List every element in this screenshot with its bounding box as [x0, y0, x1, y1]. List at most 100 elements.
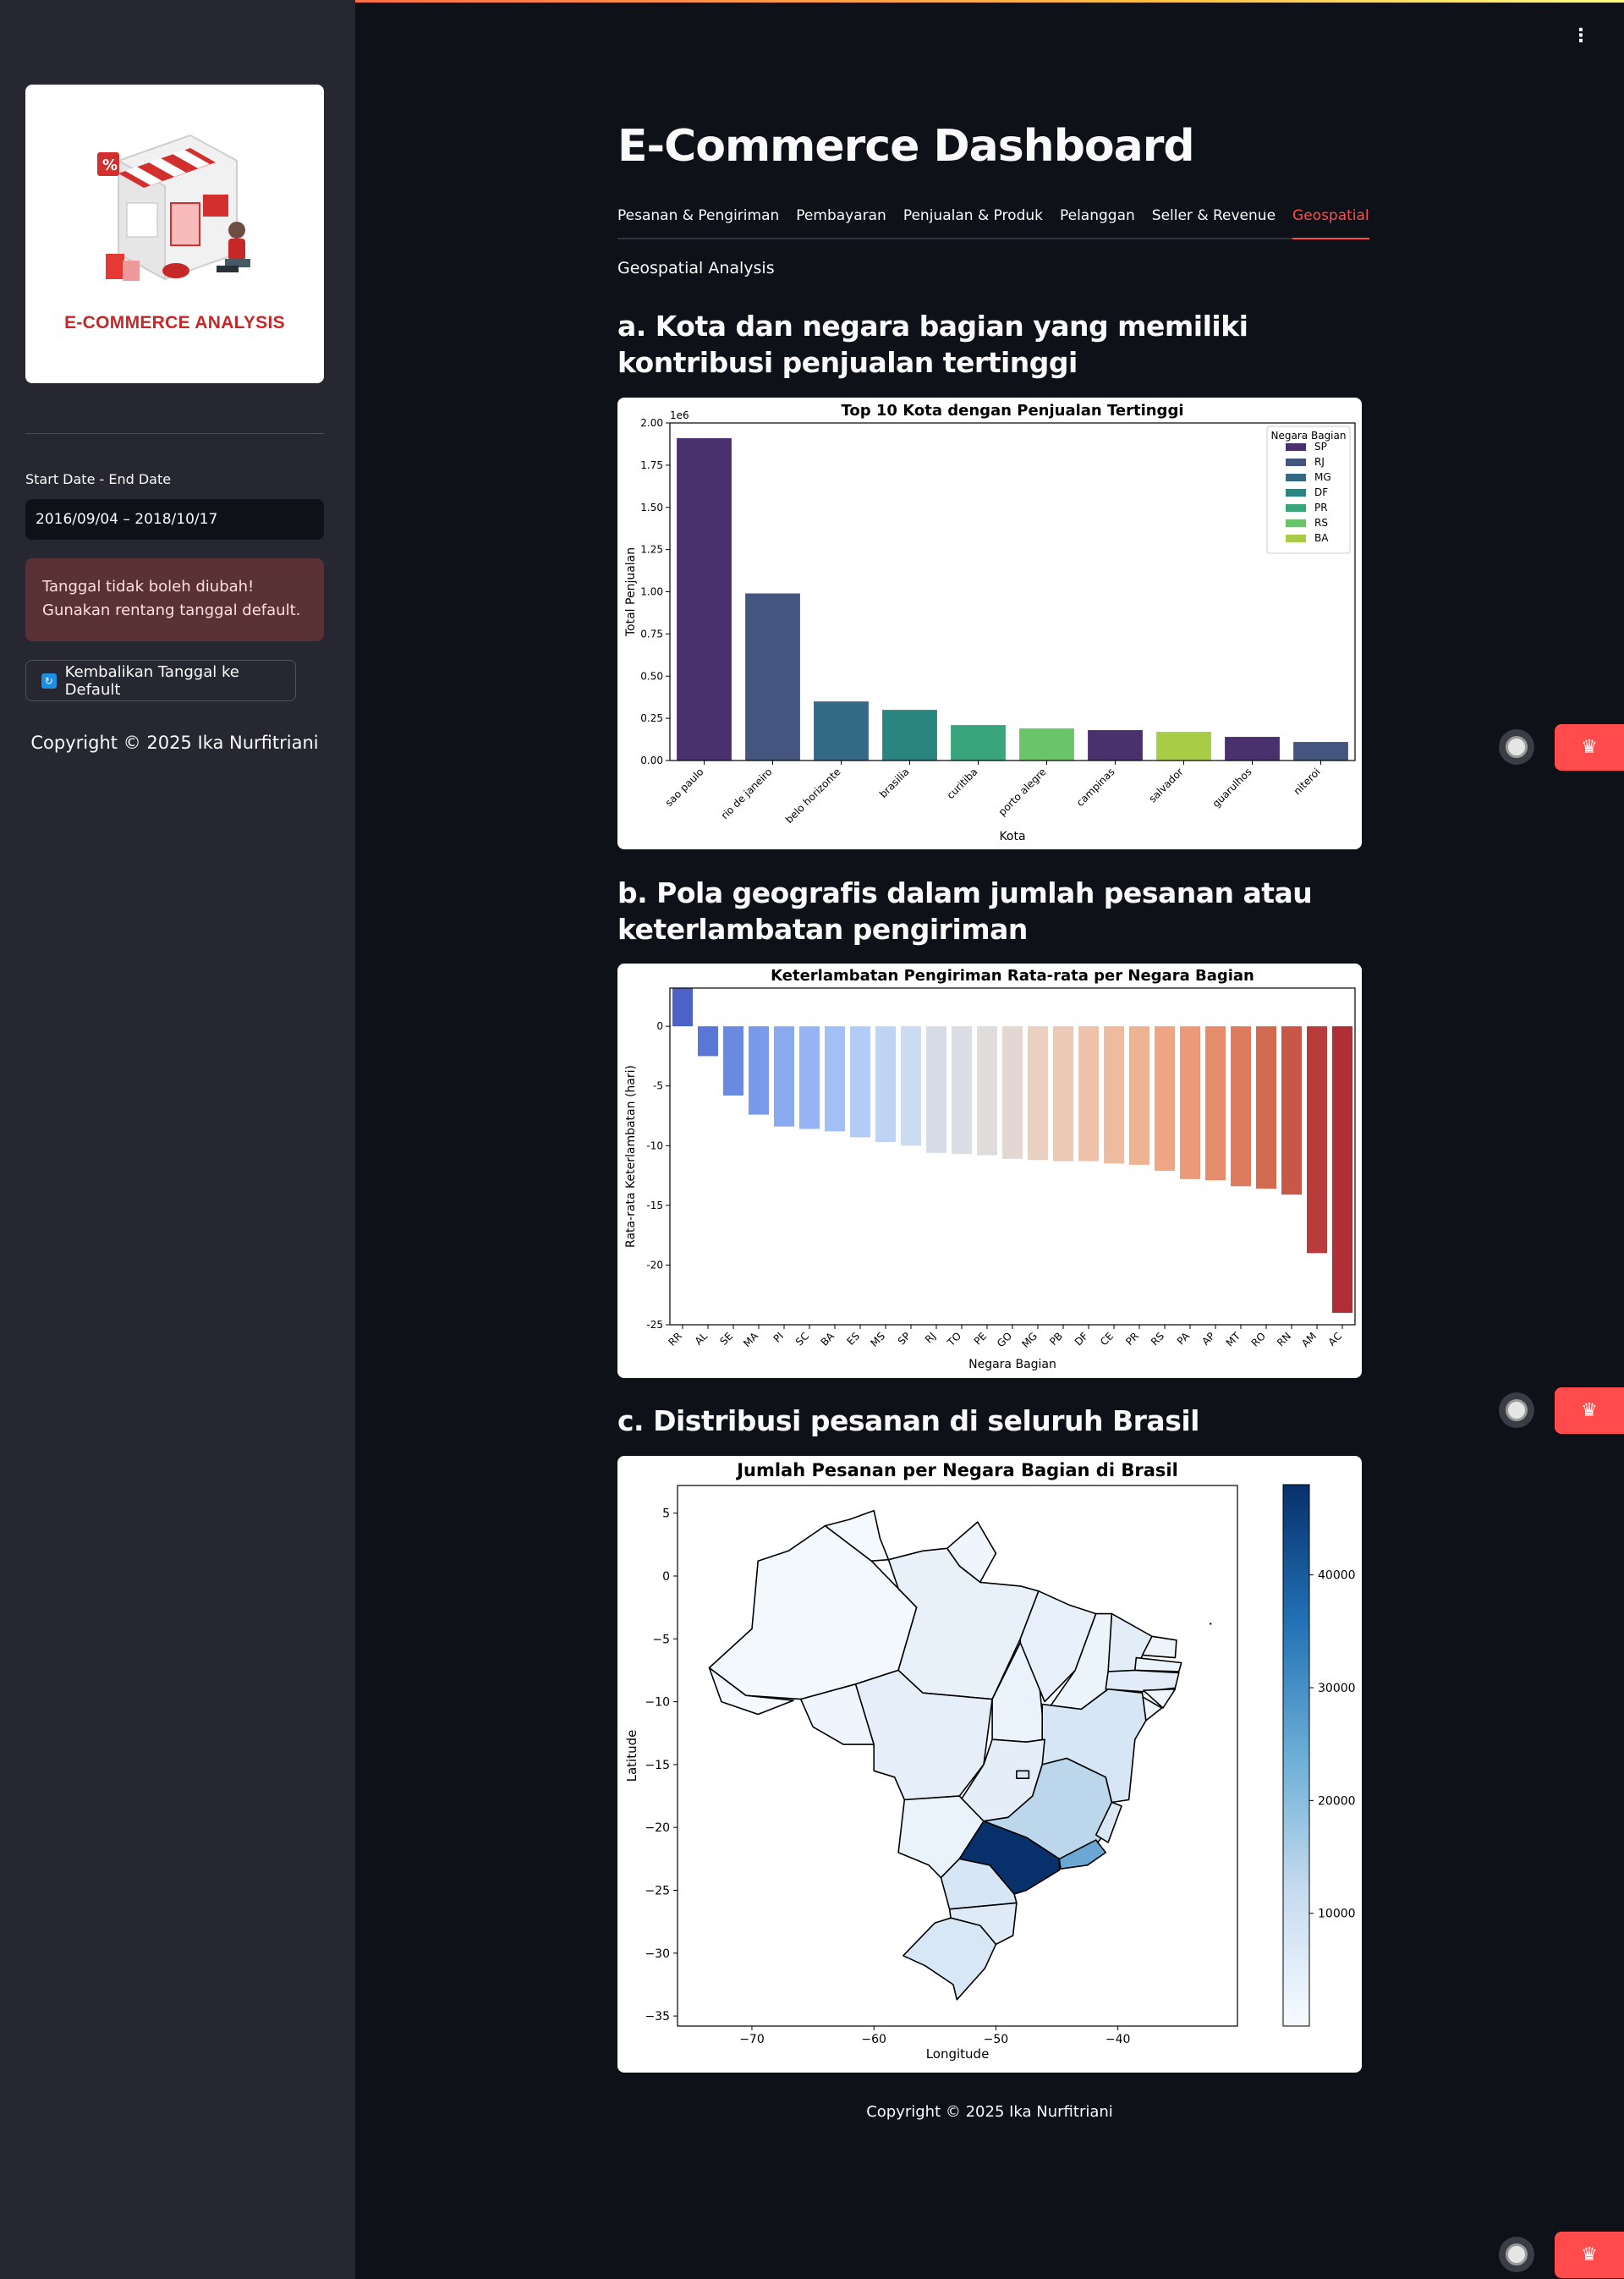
crown-icon[interactable]: ♛ — [1555, 2232, 1624, 2278]
bar-MT — [1231, 1026, 1251, 1187]
bar-campinas — [1088, 730, 1143, 761]
x-tick-label: salvador — [1146, 766, 1185, 805]
x-tick-label: PR — [1123, 1330, 1141, 1348]
avatar-button[interactable] — [1499, 1392, 1534, 1428]
legend-swatch — [1286, 443, 1306, 451]
tab-penjualan-produk[interactable]: Penjualan & Produk — [903, 206, 1043, 239]
legend-label: RJ — [1314, 456, 1325, 468]
x-tick-label: MA — [741, 1330, 761, 1350]
x-axis-label: Kota — [999, 830, 1025, 843]
state-PE — [1105, 1669, 1180, 1693]
bar-guarulhos — [1225, 737, 1280, 761]
x-tick-label: PI — [771, 1330, 787, 1345]
avatar-button[interactable] — [1499, 729, 1534, 765]
bar-PB — [1053, 1026, 1073, 1161]
legend-label: BA — [1314, 532, 1329, 544]
crown-icon[interactable]: ♛ — [1555, 724, 1624, 771]
y-tick-label: 1.25 — [640, 544, 663, 556]
y-tick-label: −20 — [645, 1821, 670, 1835]
x-tick-label: AM — [1299, 1330, 1319, 1349]
legend-label: SP — [1314, 441, 1327, 453]
section-c-heading: c. Distribusi pesanan di seluruh Brasil — [617, 1404, 1199, 1437]
more-menu-icon[interactable]: ⋮ — [1572, 25, 1590, 47]
x-tick-label: belo horizonte — [783, 766, 843, 826]
bar-curitiba — [951, 725, 1006, 761]
y-tick-label: 0.00 — [640, 755, 663, 766]
legend-swatch — [1286, 535, 1306, 542]
bar-GO — [1002, 1026, 1023, 1159]
crown-icon[interactable]: ♛ — [1555, 1387, 1624, 1434]
bar-AM — [1307, 1026, 1327, 1254]
section-a-heading: a. Kota dan negara bagian yang memiliki … — [617, 310, 1248, 379]
legend-label: PR — [1314, 502, 1328, 513]
bar-PR — [1129, 1026, 1149, 1165]
delay-bar-chart: Keterlambatan Pengiriman Rata-rata per N… — [624, 967, 1356, 1371]
sidebar-copyright: Copyright © 2025 Ika Nurfitriani — [30, 733, 319, 753]
logo-card: % E-COMMERCE ANALYSIS — [25, 85, 324, 383]
bar-RR — [672, 988, 693, 1027]
x-tick-label: MS — [869, 1330, 888, 1349]
x-tick-label: RS — [1149, 1330, 1166, 1348]
x-tick-label: RN — [1275, 1330, 1293, 1348]
date-warning-alert: Tanggal tidak boleh diubah! Gunakan rent… — [25, 558, 324, 641]
y-tick-label: 2.00 — [640, 417, 663, 429]
legend-label: MG — [1314, 471, 1331, 483]
brazil-map-card: Jumlah Pesanan per Negara Bagian di Bras… — [617, 1456, 1362, 2073]
avatar-button[interactable] — [1499, 2237, 1534, 2272]
y-tick-label: 0 — [656, 1020, 663, 1032]
y-multiplier: 1e6 — [670, 409, 689, 421]
y-tick-label: -5 — [653, 1080, 663, 1092]
x-tick-label: niteroi — [1292, 766, 1323, 797]
y-axis-label: Latitude — [624, 1730, 639, 1782]
tab-geospatial[interactable]: Geospatial — [1292, 206, 1369, 239]
state-DF — [1016, 1770, 1030, 1780]
y-tick-label: 5 — [662, 1507, 670, 1521]
x-tick-label: BA — [819, 1330, 837, 1348]
y-tick-label: 0.25 — [640, 712, 663, 724]
bar-SC — [799, 1026, 820, 1129]
y-tick-label: -20 — [646, 1259, 663, 1271]
tab-bar: Pesanan & Pengiriman Pembayaran Penjuala… — [617, 206, 1369, 239]
y-tick-label: −15 — [645, 1759, 670, 1772]
y-axis-label: Rata-rata Keterlambatan (hari) — [624, 1065, 638, 1248]
x-tick-label: RO — [1249, 1330, 1268, 1348]
bar-niteroi — [1293, 742, 1348, 761]
page-title: E-Commerce Dashboard — [617, 121, 1195, 172]
bar-PA — [1180, 1026, 1200, 1179]
reset-date-button[interactable]: ↻ Kembalikan Tanggal ke Default — [25, 660, 296, 701]
bar-MA — [749, 1026, 769, 1115]
colorbar — [1282, 1484, 1310, 2027]
bar-sao-paulo — [677, 437, 732, 761]
x-tick-label: AC — [1326, 1330, 1344, 1348]
bar-AL — [698, 1026, 718, 1057]
tab-seller-revenue[interactable]: Seller & Revenue — [1152, 206, 1276, 239]
chart-title: Keterlambatan Pengiriman Rata-rata per N… — [771, 967, 1254, 985]
tab-pelanggan[interactable]: Pelanggan — [1060, 206, 1135, 239]
x-tick-label: SE — [717, 1330, 735, 1348]
colorbar-tick-label: 20000 — [1318, 1794, 1356, 1808]
svg-text:%: % — [102, 157, 118, 174]
legend-swatch — [1286, 459, 1306, 466]
x-tick-label: −60 — [861, 2033, 886, 2046]
legend-swatch — [1286, 474, 1306, 481]
sidebar: % E-COMMERCE ANALYSIS Start Date - End D… — [0, 0, 355, 2279]
tab-pembayaran[interactable]: Pembayaran — [796, 206, 886, 239]
chart-title: Top 10 Kota dengan Penjualan Tertinggi — [842, 402, 1184, 420]
bar-salvador — [1156, 732, 1211, 761]
x-tick-label: campinas — [1074, 766, 1117, 809]
logo-text: E-COMMERCE ANALYSIS — [64, 313, 285, 332]
top-cities-chart-card: Top 10 Kota dengan Penjualan Tertinggi 1e… — [617, 398, 1362, 849]
brazil-choropleth-map: Jumlah Pesanan per Negara Bagian di Bras… — [624, 1460, 1356, 2062]
footer-copyright: Copyright © 2025 Ika Nurfitriani — [866, 2103, 1113, 2121]
bar-DF — [1078, 1026, 1099, 1161]
tab-pesanan-pengiriman[interactable]: Pesanan & Pengiriman — [617, 206, 779, 239]
shop-illustration: % — [97, 134, 250, 281]
x-tick-label: RR — [666, 1330, 684, 1348]
x-tick-label: sao paulo — [663, 766, 706, 809]
bar-TO — [952, 1026, 972, 1155]
y-tick-label: -10 — [646, 1140, 663, 1151]
x-tick-label: ES — [844, 1330, 862, 1348]
date-range-input[interactable]: 2016/09/04 – 2018/10/17 — [25, 499, 324, 540]
x-tick-label: porto alegre — [996, 766, 1049, 818]
legend-swatch — [1286, 489, 1306, 497]
